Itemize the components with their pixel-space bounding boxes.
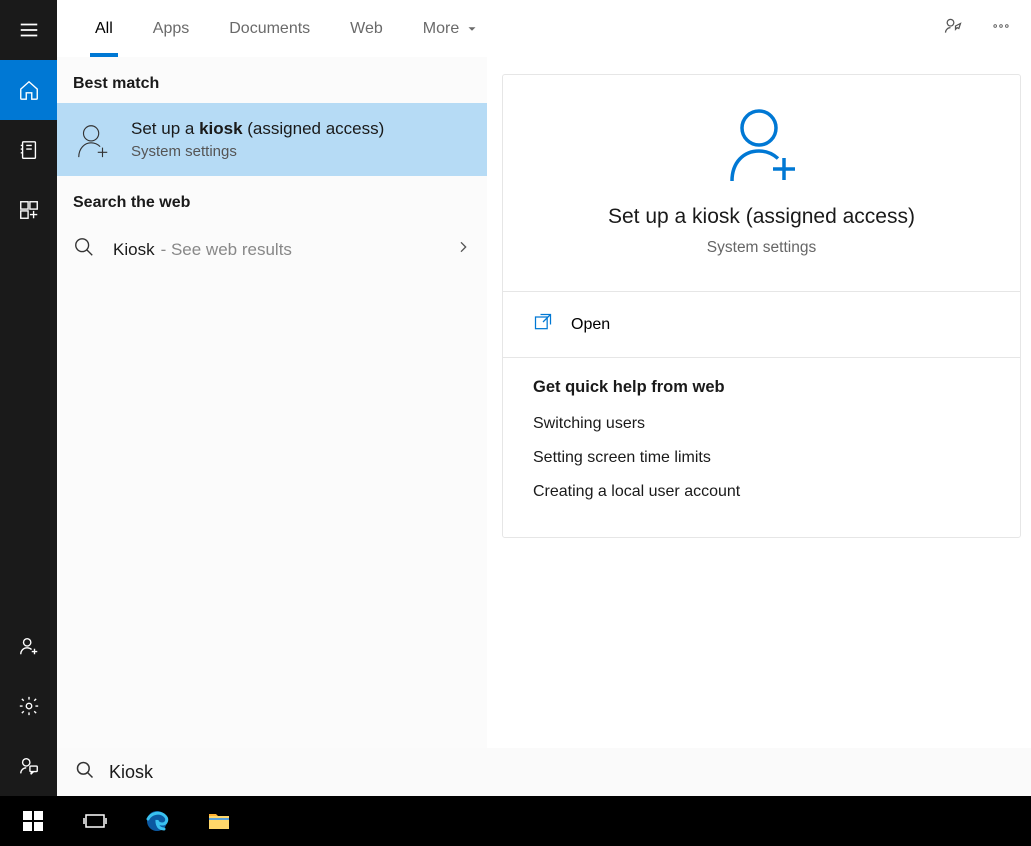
best-match-header: Best match: [57, 57, 487, 103]
quick-help-header: Get quick help from web: [533, 378, 990, 397]
tab-apps[interactable]: Apps: [133, 0, 209, 57]
search-input[interactable]: [109, 762, 1031, 783]
preview-subtitle: System settings: [707, 239, 816, 257]
help-link-screen-time[interactable]: Setting screen time limits: [533, 449, 990, 467]
file-explorer-icon[interactable]: [192, 796, 246, 846]
user-add-icon: [722, 103, 802, 183]
web-result-row[interactable]: Kiosk - See web results: [57, 222, 487, 277]
edge-icon[interactable]: [130, 796, 184, 846]
feedback-top-icon[interactable]: [943, 16, 963, 41]
feedback-icon[interactable]: [0, 736, 57, 796]
user-add-icon[interactable]: [0, 616, 57, 676]
gear-icon[interactable]: [0, 676, 57, 736]
open-label: Open: [571, 316, 610, 334]
search-icon: [75, 760, 95, 785]
search-filter-tabs: All Apps Documents Web More: [57, 0, 1031, 57]
preview-pane: Set up a kiosk (assigned access) System …: [502, 74, 1021, 538]
open-icon: [533, 312, 553, 337]
start-button[interactable]: [6, 796, 60, 846]
search-icon: [73, 236, 95, 263]
quick-help-section: Get quick help from web Switching users …: [503, 358, 1020, 537]
web-query: Kiosk: [113, 240, 155, 260]
search-web-header: Search the web: [57, 176, 487, 222]
preview-title: Set up a kiosk (assigned access): [608, 205, 915, 229]
help-link-local-user[interactable]: Creating a local user account: [533, 483, 990, 501]
tab-web[interactable]: Web: [330, 0, 403, 57]
taskbar: [0, 796, 1031, 846]
user-add-icon: [73, 120, 113, 160]
results-pane: Best match Set up a kiosk (assigned acce…: [57, 57, 487, 748]
hamburger-icon[interactable]: [0, 0, 57, 60]
more-options-icon[interactable]: [991, 16, 1011, 41]
result-subtitle: System settings: [131, 143, 384, 160]
home-icon[interactable]: [0, 60, 57, 120]
notebook-icon[interactable]: [0, 120, 57, 180]
tab-documents[interactable]: Documents: [209, 0, 330, 57]
search-bar[interactable]: [57, 748, 1031, 796]
tab-more[interactable]: More: [403, 0, 499, 57]
task-view-icon[interactable]: [68, 796, 122, 846]
start-left-rail: [0, 0, 57, 796]
tab-all[interactable]: All: [75, 0, 133, 57]
result-kiosk[interactable]: Set up a kiosk (assigned access) System …: [57, 103, 487, 176]
apps-icon[interactable]: [0, 180, 57, 240]
help-link-switching-users[interactable]: Switching users: [533, 415, 990, 433]
result-title: Set up a kiosk (assigned access): [131, 119, 384, 139]
open-action[interactable]: Open: [503, 292, 1020, 358]
web-suffix: - See web results: [161, 240, 292, 260]
chevron-right-icon: [455, 239, 471, 260]
preview-hero: Set up a kiosk (assigned access) System …: [503, 75, 1020, 292]
